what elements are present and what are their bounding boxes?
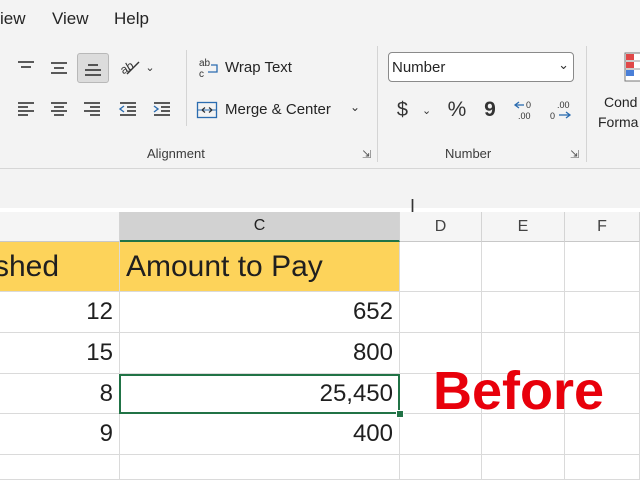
accounting-format-button[interactable]: $ ⌄ [392, 96, 436, 124]
percent-icon: % [447, 98, 467, 121]
menu-help[interactable]: Help [114, 9, 149, 29]
before-label: Before [433, 361, 605, 421]
ribbon: ab ⌄ ab c Wrap Text Merge & Center ⌄ Ali… [0, 40, 640, 169]
svg-text:.00: .00 [518, 111, 531, 121]
merge-center-label: Merge & Center [225, 101, 331, 118]
alignment-dialog-launcher-icon[interactable]: ⇲ [362, 148, 371, 161]
table-cell[interactable] [482, 455, 565, 480]
column-header-d[interactable]: D [400, 212, 482, 242]
dollar-icon: $ [396, 98, 408, 121]
wrap-text-button[interactable]: ab c Wrap Text [198, 55, 302, 81]
cell-f1[interactable] [565, 242, 640, 292]
table-cell[interactable] [565, 292, 640, 333]
bottom-align-icon [85, 64, 101, 76]
middle-align-icon [51, 62, 67, 74]
conditional-formatting-icon [624, 52, 640, 82]
increase-decimal-button[interactable]: 0 .00 [510, 96, 540, 124]
chevron-down-icon: ⌄ [145, 61, 155, 74]
table-cell-c[interactable]: 800 [120, 333, 400, 374]
table-cell-b[interactable]: 9 [0, 414, 120, 455]
number-format-dropdown[interactable]: Number ⌄ [388, 52, 574, 82]
formula-bar-area [0, 169, 640, 208]
chevron-down-icon[interactable]: ⌄ [350, 100, 360, 114]
column-header-e[interactable]: E [482, 212, 565, 242]
decrease-decimal-button[interactable]: .00 0 [545, 96, 575, 124]
align-left-icon [18, 102, 34, 116]
svg-text:ab: ab [199, 58, 211, 69]
number-dialog-launcher-icon[interactable]: ⇲ [570, 148, 579, 161]
percent-style-button[interactable]: % [442, 96, 472, 124]
conditional-formatting-label-2: Forma [598, 114, 639, 130]
svg-text:.00: .00 [557, 100, 570, 110]
merge-center-button[interactable]: Merge & Center ⌄ [196, 97, 364, 123]
chevron-down-icon: ⌄ [421, 104, 432, 117]
table-cell-c[interactable]: 652 [120, 292, 400, 333]
number-format-value: Number [392, 59, 446, 76]
menu-bar: iew View Help [0, 0, 640, 40]
align-center-icon [51, 102, 67, 116]
table-cell-b[interactable]: 12 [0, 292, 120, 333]
merge-center-icon [196, 101, 218, 119]
cell-e1[interactable] [482, 242, 565, 292]
header-cell-b[interactable]: shed [0, 242, 120, 292]
table-cell[interactable] [400, 455, 482, 480]
header-cell-c[interactable]: Amount to Pay [120, 242, 400, 292]
wrap-text-label: Wrap Text [225, 59, 292, 76]
ribbon-separator [377, 46, 378, 162]
table-cell[interactable] [400, 292, 482, 333]
comma-style-button[interactable]: 9 [478, 96, 502, 124]
fill-handle[interactable] [396, 410, 404, 418]
decrease-indent-button[interactable] [114, 96, 142, 122]
align-right-icon [84, 102, 100, 116]
top-align-button[interactable] [12, 54, 40, 80]
comma-icon: 9 [484, 98, 496, 121]
table-cell-c[interactable]: 400 [120, 414, 400, 455]
active-cell-border [119, 374, 400, 414]
column-header-b[interactable] [0, 212, 120, 242]
chevron-down-icon: ⌄ [558, 57, 569, 72]
table-cell[interactable] [482, 292, 565, 333]
column-header-f[interactable]: F [565, 212, 640, 242]
number-group-label: Number [445, 146, 492, 161]
align-center-button[interactable] [45, 96, 73, 122]
ribbon-separator [186, 50, 187, 126]
column-header-c[interactable]: C [120, 212, 400, 242]
menu-view-partial[interactable]: iew [0, 9, 26, 29]
top-align-icon [18, 61, 34, 73]
orientation-button[interactable]: ab ⌄ [115, 54, 159, 80]
bottom-align-button[interactable] [77, 53, 109, 83]
table-cell[interactable] [120, 455, 400, 480]
table-cell[interactable] [565, 455, 640, 480]
increase-decimal-icon: 0 .00 [513, 100, 531, 121]
increase-indent-button[interactable] [148, 96, 176, 122]
wrap-text-icon: ab c [199, 58, 218, 79]
decrease-decimal-icon: .00 0 [550, 100, 572, 121]
header-text-b: shed [0, 249, 60, 283]
align-left-button[interactable] [12, 96, 40, 122]
svg-text:0: 0 [550, 111, 555, 121]
orientation-icon: ab [119, 58, 140, 77]
middle-align-button[interactable] [45, 54, 73, 80]
table-cell-b[interactable]: 8 [0, 374, 120, 414]
svg-text:0: 0 [526, 100, 531, 110]
cell-d1[interactable] [400, 242, 482, 292]
alignment-group-label: Alignment [147, 146, 205, 161]
svg-text:c: c [199, 69, 204, 79]
align-right-button[interactable] [78, 96, 106, 122]
conditional-formatting-label-1: Cond [604, 94, 638, 110]
decrease-indent-icon [118, 102, 136, 116]
conditional-formatting-button[interactable]: Cond Forma [596, 50, 640, 136]
table-cell[interactable] [0, 455, 120, 480]
increase-indent-icon [153, 102, 170, 116]
ribbon-separator [586, 46, 587, 162]
header-text-c: Amount to Pay [126, 249, 323, 283]
table-cell-b[interactable]: 15 [0, 333, 120, 374]
menu-view[interactable]: View [52, 9, 89, 29]
